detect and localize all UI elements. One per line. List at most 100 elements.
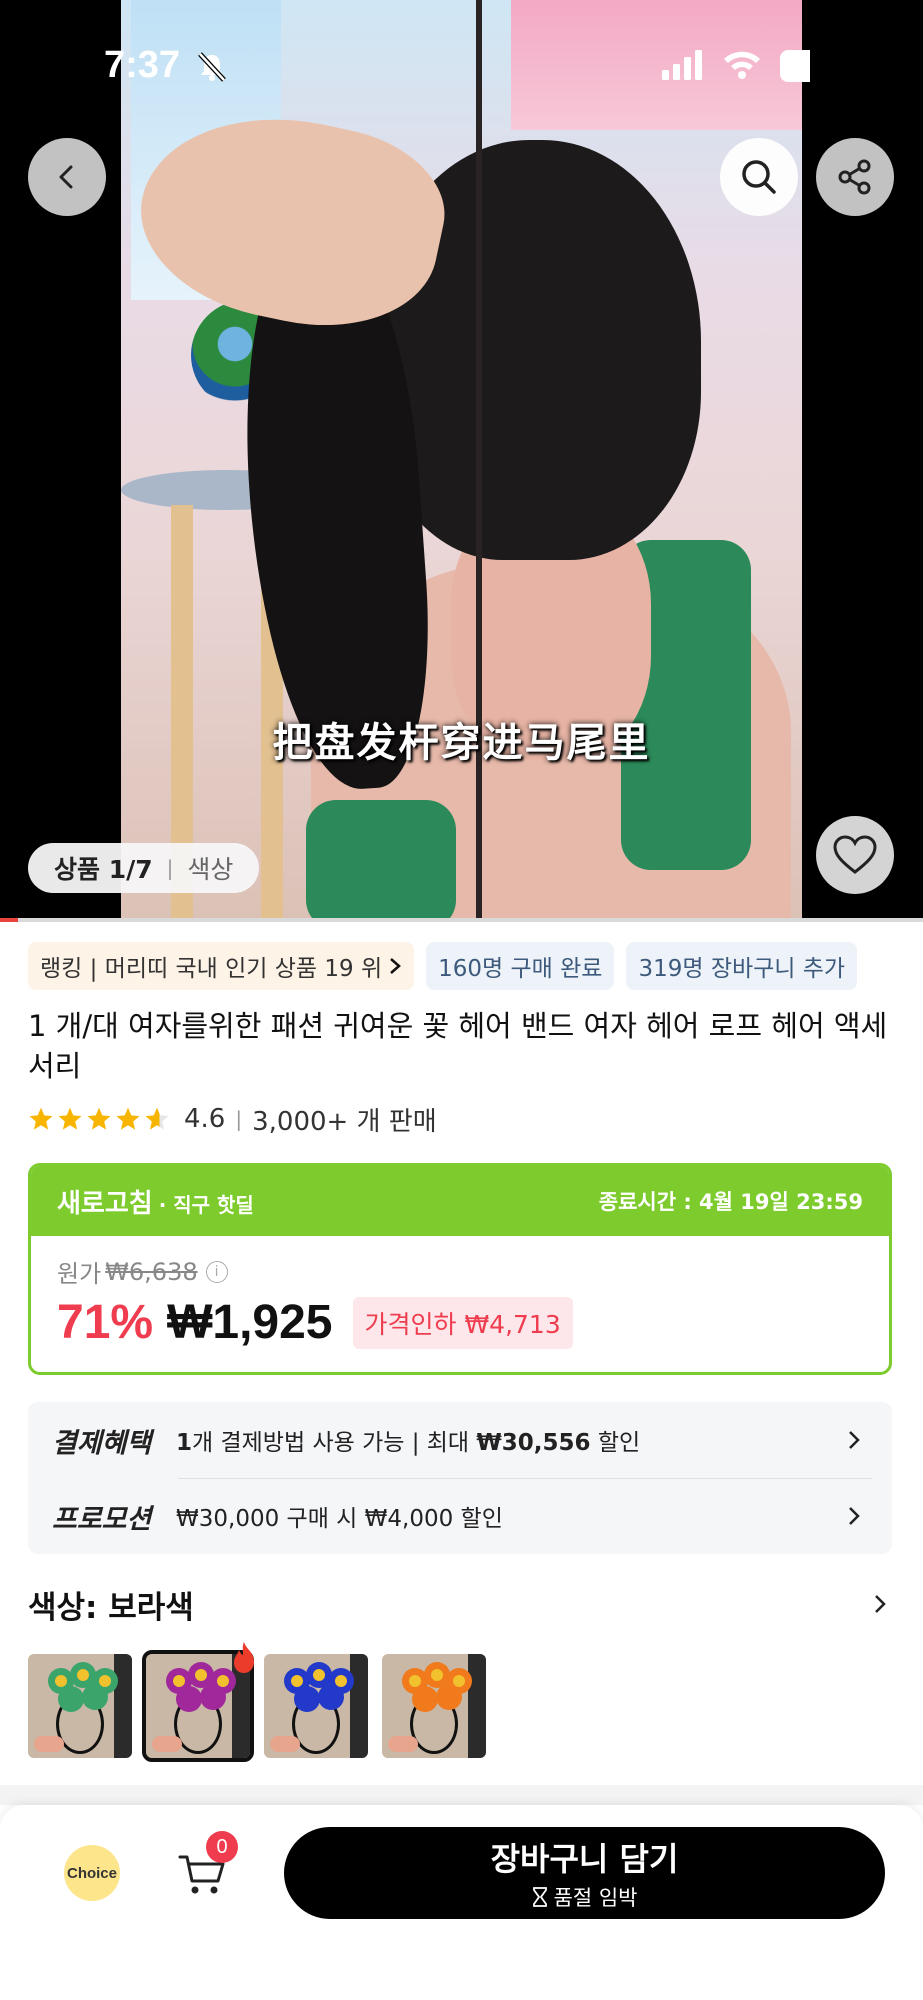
status-bar: 7:37 xyxy=(0,0,923,132)
hand xyxy=(152,1736,182,1752)
color-swatch-green[interactable] xyxy=(28,1654,132,1758)
flower-petal xyxy=(200,1684,226,1710)
back-button[interactable] xyxy=(28,138,106,216)
choice-badge[interactable]: Choice xyxy=(64,1845,120,1901)
promotion-label: 프로모션 xyxy=(52,1503,152,1535)
payment-max-discount: ₩30,556 xyxy=(476,1430,591,1456)
rating-divider: | xyxy=(235,1107,243,1131)
share-button[interactable] xyxy=(816,138,894,216)
payment-method-count: 1 xyxy=(176,1430,193,1456)
low-stock-note: 품절 임박 xyxy=(532,1882,638,1912)
deal-brand-name: 새로고침 xyxy=(57,1188,153,1219)
product-video[interactable]: 把盘发杆穿进马尾里 xyxy=(121,0,802,918)
rating-value: 4.6 xyxy=(184,1104,226,1134)
flower-center xyxy=(313,1669,325,1681)
deal-brand-sub: · 직구 핫딜 xyxy=(158,1192,254,1217)
flower-center xyxy=(453,1675,465,1687)
flower-center xyxy=(55,1675,67,1687)
video-progress-bar[interactable] xyxy=(0,918,923,922)
payment-benefit-label: 결제혜택 xyxy=(52,1427,152,1459)
purchased-count-chip: 160명 구매 완료 xyxy=(426,942,615,990)
hand xyxy=(388,1736,418,1752)
pager-color-tab[interactable]: 색상 xyxy=(187,850,233,886)
flower-center xyxy=(195,1669,207,1681)
swatch-background xyxy=(114,1654,132,1758)
flower-petal xyxy=(82,1684,108,1710)
deal-header: 새로고침 · 직구 핫딜 종료시간 : 4월 19일 23:59 xyxy=(31,1166,889,1236)
sold-count: 3,000+ 개 판매 xyxy=(252,1106,437,1137)
deal-body: 원가 ₩6,638 i 71% ₩1,925 가격인하 ₩4,713 xyxy=(31,1236,889,1368)
add-to-cart-label: 장바구니 담기 xyxy=(490,1840,679,1878)
price-row: 71% ₩1,925 가격인하 ₩4,713 xyxy=(57,1295,863,1350)
wishlist-button[interactable] xyxy=(816,816,894,894)
flower-center xyxy=(99,1675,111,1687)
flower-center xyxy=(431,1669,443,1681)
flower-petal xyxy=(176,1686,202,1712)
flower-center xyxy=(335,1675,347,1687)
star-icon xyxy=(145,1107,169,1130)
bottom-action-bar: Choice 0 장바구니 담기 품절 임박 xyxy=(0,1805,923,2000)
pager-divider: | xyxy=(166,856,174,880)
star-icon xyxy=(116,1107,140,1130)
color-swatch-orange[interactable] xyxy=(382,1654,486,1758)
cart-count-badge: 0 xyxy=(206,1831,238,1863)
flower-center xyxy=(409,1675,421,1687)
flower-center xyxy=(217,1675,229,1687)
flower-center xyxy=(173,1675,185,1687)
chevron-left-icon xyxy=(59,165,73,189)
flower-petal xyxy=(412,1686,438,1712)
discount-percent: 71% xyxy=(57,1296,154,1349)
info-icon[interactable]: i xyxy=(205,1260,228,1283)
swatch-background xyxy=(350,1654,368,1758)
product-chips: 랭킹 | 머리띠 국내 인기 상품 19 위 160명 구매 완료 319명 장… xyxy=(28,942,858,990)
price-drop-badge: 가격인하 ₩4,713 xyxy=(352,1296,573,1349)
rating-row[interactable]: 4.6 | 3,000+ 개 판매 xyxy=(28,1101,437,1137)
deal-card: 새로고침 · 직구 핫딜 종료시간 : 4월 19일 23:59 원가 ₩6,63… xyxy=(28,1163,892,1375)
hand xyxy=(34,1736,64,1752)
hot-fire-icon xyxy=(234,1642,254,1673)
payment-benefit-suffix: 할인 xyxy=(590,1430,641,1456)
share-icon xyxy=(838,159,871,195)
video-progress-fill xyxy=(0,918,19,922)
color-swatch-blue[interactable] xyxy=(264,1654,368,1758)
heart-icon xyxy=(833,835,877,874)
flower-petal xyxy=(294,1686,320,1712)
original-price-row: 원가 ₩6,638 i xyxy=(57,1254,863,1289)
add-to-cart-button[interactable]: 장바구니 담기 품절 임박 xyxy=(284,1827,885,1919)
hair-stick xyxy=(476,0,482,918)
wifi-icon xyxy=(724,51,760,79)
payment-benefit-desc: 개 결제방법 사용 가능 | 최대 xyxy=(192,1430,477,1456)
hand xyxy=(270,1736,300,1752)
flower-center xyxy=(77,1669,89,1681)
promotion-row[interactable]: 프로모션 ₩30,000 구매 시 ₩4,000 할인 xyxy=(28,1478,892,1554)
low-stock-text: 품절 임박 xyxy=(553,1886,638,1910)
flower-petal xyxy=(58,1686,84,1712)
status-time: 7:37 xyxy=(104,44,181,86)
chevron-right-icon xyxy=(849,1507,860,1525)
rating-stars xyxy=(28,1106,170,1132)
ranking-chip[interactable]: 랭킹 | 머리띠 국내 인기 상품 19 위 xyxy=(28,942,415,990)
flower-petal xyxy=(318,1684,344,1710)
bell-muted-icon xyxy=(198,52,226,82)
battery-icon xyxy=(780,50,810,82)
payment-benefit-row[interactable]: 결제혜택 1개 결제방법 사용 가능 | 최대 ₩30,556 할인 xyxy=(28,1402,892,1478)
original-price: ₩6,638 xyxy=(105,1257,198,1286)
search-button[interactable] xyxy=(720,138,798,216)
ranking-text: 랭킹 | 머리띠 국내 인기 상품 19 위 xyxy=(40,956,383,982)
hourglass-icon xyxy=(532,1887,547,1907)
video-caption: 把盘发杆穿进马尾里 xyxy=(272,720,651,766)
flower-center xyxy=(291,1675,303,1687)
product-media[interactable]: 把盘发杆穿进马尾里 7:37 상품 1/7 | 색상 xyxy=(0,0,923,918)
chevron-right-icon xyxy=(390,958,402,974)
chevron-right-icon xyxy=(849,1431,860,1449)
media-pager[interactable]: 상품 1/7 | 색상 xyxy=(28,843,260,893)
pager-current[interactable]: 상품 1/7 xyxy=(54,850,153,886)
benefits-box: 결제혜택 1개 결제방법 사용 가능 | 최대 ₩30,556 할인 프로모션 … xyxy=(28,1402,892,1554)
deal-end-time: 종료시간 : 4월 19일 23:59 xyxy=(598,1190,863,1214)
color-option-header[interactable]: 색상: 보라색 xyxy=(28,1582,892,1626)
star-icon xyxy=(58,1107,82,1130)
sale-price: ₩1,925 xyxy=(167,1296,333,1349)
payment-benefit-text: 1개 결제방법 사용 가능 | 최대 ₩30,556 할인 xyxy=(176,1423,640,1457)
swatch-background xyxy=(468,1654,486,1758)
color-option-label: 색상: 보라색 xyxy=(28,1589,194,1626)
